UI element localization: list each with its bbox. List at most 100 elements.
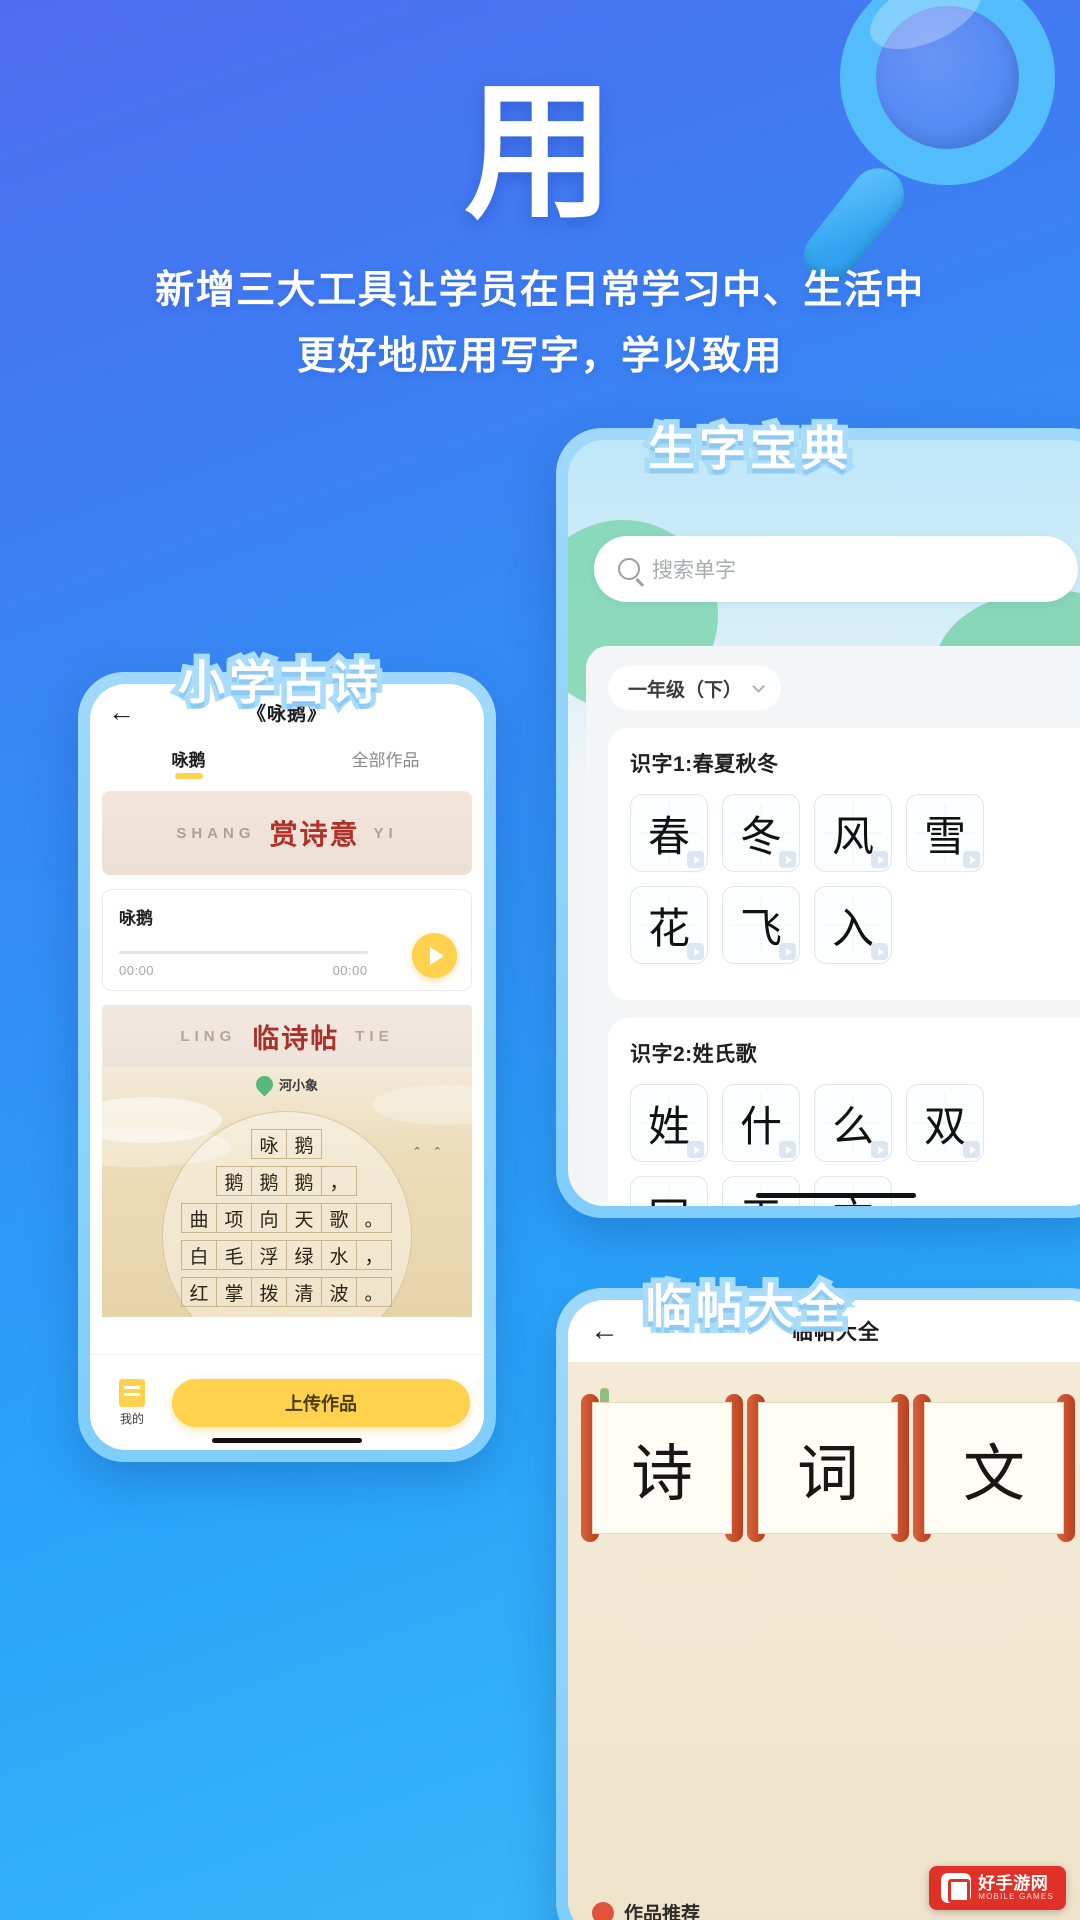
lesson-title: 识字2:姓氏歌	[630, 1043, 758, 1066]
recommend-section-header: 作品推荐	[592, 1899, 700, 1920]
character-cell[interactable]: 国	[630, 1176, 708, 1206]
nav-item-mine-label: 我的	[119, 1411, 144, 1426]
copybook-scroll-item[interactable]: 诗	[581, 1384, 743, 1552]
play-button[interactable]	[412, 933, 457, 978]
copybook-scroll-item[interactable]: 词	[747, 1384, 909, 1552]
watermark-title: 好手游网	[978, 1873, 1049, 1893]
poem-cell: 鹅	[286, 1166, 322, 1196]
grade-selector[interactable]: 一年级（下）	[608, 666, 782, 710]
poem-cell: 水	[321, 1240, 357, 1270]
character-cell[interactable]: 风	[814, 794, 892, 872]
play-icon[interactable]	[963, 1141, 980, 1158]
character-glyph: 飞	[739, 903, 782, 953]
poem-cell: 鹅	[216, 1166, 252, 1196]
poem-cell: 咏	[251, 1129, 287, 1159]
play-icon[interactable]	[963, 851, 980, 868]
copybook-scroll-item[interactable]: 文	[913, 1384, 1075, 1552]
lesson-card: 识字1:春夏秋冬 春 冬 风 雪 花 飞 入	[608, 728, 1080, 1000]
character-cell[interactable]: 春	[630, 794, 708, 872]
appreciate-pinyin-right: YI	[373, 824, 398, 842]
appreciate-banner-title: 赏诗意	[269, 818, 360, 851]
lesson-title: 识字1:春夏秋冬	[630, 753, 779, 776]
play-icon[interactable]	[779, 943, 796, 960]
play-icon[interactable]	[779, 1141, 796, 1158]
character-glyph: 风	[831, 811, 874, 861]
hero-subtitle-line-2: 更好地应用写字，学以致用	[296, 335, 783, 378]
recommend-label: 作品推荐	[624, 1904, 701, 1920]
copybook-body: 诗 词 文 作品推荐	[568, 1362, 1080, 1920]
lesson-card: 识字2:姓氏歌 姓 什 么 双 国 王 方	[608, 1018, 1080, 1206]
character-glyph: 国	[648, 1185, 690, 1207]
character-cell[interactable]: 双	[906, 1084, 984, 1162]
character-cell[interactable]: 方	[814, 1176, 892, 1206]
play-icon	[429, 946, 444, 965]
upload-work-button[interactable]: 上传作品	[172, 1378, 470, 1427]
character-glyph: 么	[831, 1101, 874, 1151]
dictionary-screen: 搜索单字 一年级（下） 识字1:春夏秋冬 春 冬 风 雪 花 飞 入 识字2:姓…	[568, 440, 1080, 1206]
audio-times: 00:00 00:00	[119, 963, 368, 978]
character-cell[interactable]: 姓	[630, 1084, 708, 1162]
poem-cell: 白	[181, 1240, 217, 1270]
play-icon[interactable]	[687, 943, 704, 960]
character-cell[interactable]: 王	[722, 1176, 800, 1206]
character-cell[interactable]: 雪	[906, 794, 984, 872]
character-glyph: 雪	[923, 811, 966, 861]
watermark-text: 好手游网 MOBILE GAMES	[978, 1875, 1054, 1901]
copybook-scroll-row: 诗 词 文	[581, 1384, 1080, 1552]
poem-cell: ，	[356, 1240, 392, 1270]
scroll-paper: 词	[758, 1402, 898, 1534]
play-icon[interactable]	[871, 943, 888, 960]
poem-cell: 绿	[286, 1240, 322, 1270]
poem-cell: 天	[286, 1203, 322, 1233]
character-cell[interactable]: 入	[814, 886, 892, 964]
play-icon[interactable]	[871, 851, 888, 868]
play-icon[interactable]	[687, 851, 704, 868]
tab-all-works[interactable]: 全部作品	[287, 746, 484, 781]
home-indicator	[756, 1193, 916, 1198]
character-glyph: 冬	[739, 811, 782, 861]
copy-banner-title: 临诗帖	[252, 1023, 340, 1055]
page-title: 用	[463, 66, 616, 240]
character-glyph: 春	[647, 811, 690, 861]
chevron-down-icon	[752, 679, 766, 693]
character-cell[interactable]: 冬	[722, 794, 800, 872]
play-icon[interactable]	[779, 851, 796, 868]
search-icon	[618, 558, 640, 580]
poem-cell: 。	[356, 1203, 392, 1233]
appreciate-pinyin-left: SHANG	[176, 824, 256, 842]
character-cell[interactable]: 飞	[722, 886, 800, 964]
poem-tabs: 咏鹅 全部作品	[90, 740, 484, 781]
nav-item-mine[interactable]: 我的	[104, 1378, 160, 1427]
copybook-phone-mockup: ← 临帖大全 诗 词 文 作品推荐	[556, 1288, 1080, 1920]
play-icon[interactable]	[687, 1141, 704, 1158]
character-cell[interactable]: 么	[814, 1084, 892, 1162]
brand-row: 河小象	[102, 1072, 472, 1097]
character-cell[interactable]: 花	[630, 886, 708, 964]
scroll-glyph: 词	[796, 1437, 859, 1510]
hero-subtitle-line-1: 新增三大工具让学员在日常学习中、生活中	[155, 269, 925, 312]
poem-cell: 红	[181, 1277, 217, 1307]
audio-player-card: 咏鹅 00:00 00:00	[102, 889, 472, 991]
poem-cell: 向	[251, 1203, 287, 1233]
label-poem: 小学古诗	[173, 651, 384, 715]
audio-progress-bar[interactable]	[119, 951, 368, 954]
poem-cell: 项	[216, 1203, 252, 1233]
dictionary-phone-mockup: 搜索单字 一年级（下） 识字1:春夏秋冬 春 冬 风 雪 花 飞 入 识字2:姓…	[556, 428, 1080, 1218]
home-indicator	[212, 1438, 362, 1443]
search-input[interactable]: 搜索单字	[594, 536, 1078, 602]
audio-total-time: 00:00	[332, 963, 368, 978]
play-icon[interactable]	[871, 1141, 888, 1158]
birds-decor: ⌃ ⌃	[412, 1146, 446, 1158]
character-glyph: 花	[647, 903, 690, 953]
poem-phone-mockup: ← 《咏鹅》 咏鹅 全部作品 SHANG 赏诗意 YI 咏鹅 00:00 00:…	[78, 672, 496, 1462]
character-row: 春 冬 风 雪	[630, 794, 1080, 872]
tab-poem[interactable]: 咏鹅	[90, 746, 287, 781]
dictionary-content-panel: 一年级（下） 识字1:春夏秋冬 春 冬 风 雪 花 飞 入 识字2:姓氏歌 姓 …	[586, 646, 1080, 1206]
character-row: 花 飞 入	[630, 886, 1080, 964]
character-cell[interactable]: 什	[722, 1084, 800, 1162]
poem-line: 红 掌 拨 清 波 。	[181, 1277, 392, 1307]
copy-pinyin-right: TIE	[355, 1027, 394, 1045]
poem-screen: ← 《咏鹅》 咏鹅 全部作品 SHANG 赏诗意 YI 咏鹅 00:00 00:…	[90, 684, 484, 1450]
watermark-logo-icon	[941, 1873, 972, 1903]
character-row: 国 王 方	[630, 1176, 1080, 1206]
